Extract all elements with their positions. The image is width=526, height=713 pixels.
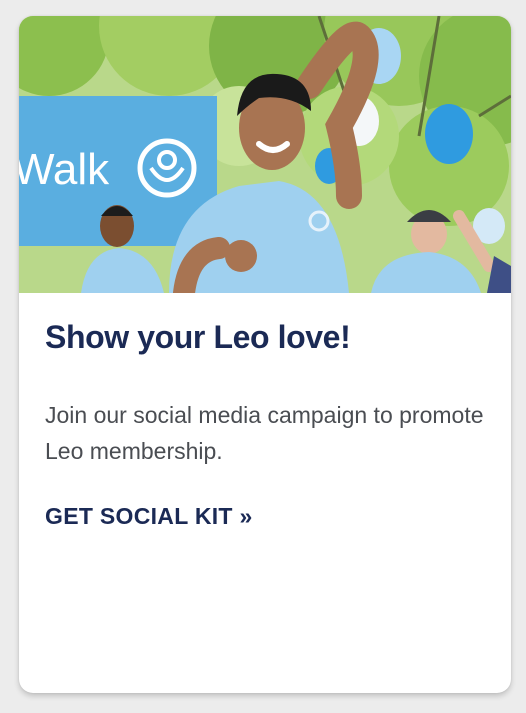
get-social-kit-link[interactable]: GET SOCIAL KIT » — [45, 503, 253, 530]
banner-text: Walk — [19, 145, 110, 194]
promo-card: Walk Show your Leo love! Join our social… — [19, 16, 511, 693]
card-description: Join our social media campaign to promot… — [45, 402, 484, 464]
hero-photo: Walk — [19, 16, 511, 293]
card-title: Show your Leo love! — [45, 319, 351, 355]
